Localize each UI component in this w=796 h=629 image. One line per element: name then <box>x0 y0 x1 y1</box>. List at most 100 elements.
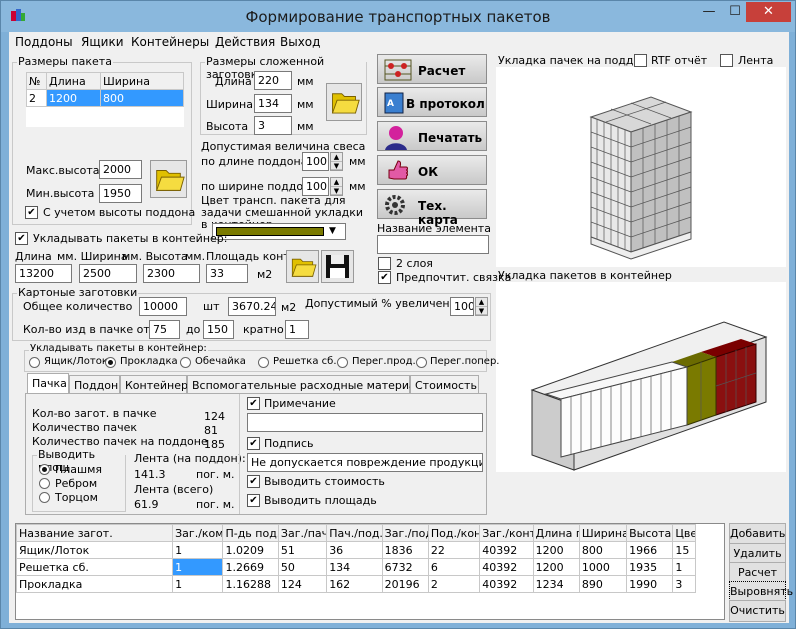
max-height-input[interactable]: 2000 <box>99 160 142 179</box>
output-radio-2[interactable] <box>39 492 50 503</box>
element-name-input[interactable] <box>377 235 489 254</box>
grid-header[interactable]: Название загот. <box>15 524 174 542</box>
grid-cell[interactable]: 1 <box>672 558 696 576</box>
table-row[interactable]: Решетка сб. 1 1.2669 50 134 6732 6 40392 1200 100… <box>15 558 696 576</box>
grid-header[interactable]: Под./кон <box>427 524 481 542</box>
grid-cell[interactable]: 1.16288 <box>222 575 279 593</box>
tab-pallet[interactable]: Поддон <box>69 375 120 395</box>
sign-input[interactable]: Не допускается повреждение продукции обт… <box>247 453 483 472</box>
menu-boxes[interactable]: Ящики <box>81 35 124 49</box>
stack-radio-4[interactable] <box>337 357 348 368</box>
container-area-input[interactable]: 33 <box>206 264 248 283</box>
grid-cell[interactable]: 40392 <box>479 575 534 593</box>
grid-cell[interactable]: 1935 <box>626 558 674 576</box>
mult-input[interactable]: 1 <box>285 320 309 339</box>
grid-cell[interactable]: 20196 <box>381 575 429 593</box>
stack-radio-3[interactable] <box>258 357 269 368</box>
results-grid[interactable]: Название загот. Заг./ком П-дь под. Заг./пач… <box>15 523 725 620</box>
open-pack-button[interactable] <box>150 160 187 198</box>
blank-length-input[interactable]: 220 <box>254 71 292 90</box>
blank-width-input[interactable]: 134 <box>254 94 292 113</box>
output-radio-1[interactable] <box>39 478 50 489</box>
row-num[interactable]: 2 <box>26 89 47 107</box>
grid-cell[interactable]: 1 <box>172 541 224 559</box>
spin-up-icon[interactable]: ▲ <box>476 298 487 307</box>
overhang-length-spinner[interactable]: ▲ ▼ <box>330 152 343 171</box>
row-length[interactable]: 1200 <box>46 89 101 107</box>
grid-cell[interactable]: 40392 <box>479 541 534 559</box>
note-input[interactable] <box>247 413 483 432</box>
save-container-button[interactable] <box>321 250 354 283</box>
stack-radio-1[interactable] <box>105 357 116 368</box>
tape-checkbox[interactable] <box>720 54 733 67</box>
grid-cell[interactable]: 51 <box>277 541 328 559</box>
container-height-input[interactable]: 2300 <box>143 264 200 283</box>
pack-sizes-table[interactable]: № Длина Ширина 2 1200 800 <box>26 72 184 127</box>
grid-cell[interactable]: 2 <box>427 575 481 593</box>
overhang-length-input[interactable]: 100 <box>302 152 329 171</box>
tech-card-button[interactable]: Тех. карта <box>377 189 487 227</box>
pallet-height-checkbox[interactable]: ✔ <box>25 206 38 219</box>
clear-button[interactable]: Очистить <box>729 600 786 622</box>
grid-cell[interactable]: 50 <box>277 558 328 576</box>
output-radio-0[interactable] <box>39 464 50 475</box>
grid-header[interactable]: Заг./пач <box>277 524 328 542</box>
min-height-input[interactable]: 1950 <box>99 184 142 203</box>
per-pack-from-input[interactable]: 75 <box>149 320 180 339</box>
grid-cell[interactable]: 40392 <box>479 558 534 576</box>
calc-button[interactable]: Расчет <box>377 54 487 84</box>
grid-cell[interactable]: 22 <box>427 541 481 559</box>
grid-cell[interactable]: 1200 <box>532 558 580 576</box>
cartons-total-input[interactable]: 10000 <box>139 297 187 316</box>
grid-cell[interactable]: 1966 <box>626 541 674 559</box>
container-width-input[interactable]: 2500 <box>79 264 137 283</box>
menu-containers[interactable]: Контейнеры <box>131 35 209 49</box>
print-button[interactable]: Печатать <box>377 121 487 151</box>
tab-container[interactable]: Контейнер <box>120 375 188 395</box>
spin-up-icon[interactable]: ▲ <box>331 178 342 187</box>
per-pack-to-input[interactable]: 150 <box>203 320 234 339</box>
ok-button[interactable]: ОК <box>377 155 487 185</box>
stack-radio-5[interactable] <box>416 357 427 368</box>
grid-cell[interactable]: 162 <box>326 575 383 593</box>
grid-cell[interactable]: 15 <box>672 541 696 559</box>
menu-actions[interactable]: Действия <box>215 35 275 49</box>
stack-radio-0[interactable] <box>29 357 40 368</box>
results-table[interactable]: Название загот. Заг./ком П-дь под. Заг./пач… <box>15 524 696 593</box>
grid-header[interactable]: Заг./конт <box>479 524 534 542</box>
grid-cell[interactable]: 36 <box>326 541 383 559</box>
tab-materials[interactable]: Вспомогательные расходные материалы <box>187 375 431 395</box>
spin-down-icon[interactable]: ▼ <box>331 162 342 170</box>
stack-radio-2[interactable] <box>180 357 191 368</box>
grid-header[interactable]: Цве <box>672 524 696 542</box>
note-checkbox[interactable]: ✔ <box>247 397 260 410</box>
container-length-input[interactable]: 13200 <box>15 264 72 283</box>
grid-cell[interactable]: 1.2669 <box>222 558 279 576</box>
grid-cell[interactable]: 1836 <box>381 541 429 559</box>
table-row[interactable]: Ящик/Лоток 1 1.0209 51 36 1836 22 40392 1200 800 1… <box>15 541 696 559</box>
grid-cell[interactable]: Решетка сб. <box>15 558 174 576</box>
grid-cell[interactable]: 1000 <box>578 558 628 576</box>
menu-pallets[interactable]: Поддоны <box>15 35 73 49</box>
spin-up-icon[interactable]: ▲ <box>331 153 342 162</box>
menu-exit[interactable]: Выход <box>280 35 320 49</box>
close-button[interactable]: ✕ <box>746 2 791 22</box>
tab-pack[interactable]: Пачка <box>27 373 69 395</box>
show-area-checkbox[interactable]: ✔ <box>247 494 260 507</box>
grid-cell-selected[interactable]: 1 <box>172 558 224 576</box>
grid-header[interactable]: Высота <box>626 524 674 542</box>
grid-cell[interactable]: 6 <box>427 558 481 576</box>
grid-cell[interactable]: Прокладка <box>15 575 174 593</box>
spin-down-icon[interactable]: ▼ <box>476 307 487 315</box>
tab-cost[interactable]: Стоимость <box>410 375 479 395</box>
grid-cell[interactable]: 800 <box>578 541 628 559</box>
cartons-area-input[interactable]: 3670.24 <box>228 297 276 316</box>
sign-checkbox[interactable]: ✔ <box>247 437 260 450</box>
grid-cell[interactable]: 3 <box>672 575 696 593</box>
row-width[interactable]: 800 <box>100 89 184 107</box>
grid-header[interactable]: Заг./ком <box>172 524 224 542</box>
grid-cell[interactable]: 1200 <box>532 541 580 559</box>
grid-cell[interactable]: 1990 <box>626 575 674 593</box>
increase-input[interactable]: 100 <box>450 297 474 316</box>
grid-cell[interactable]: 124 <box>277 575 328 593</box>
